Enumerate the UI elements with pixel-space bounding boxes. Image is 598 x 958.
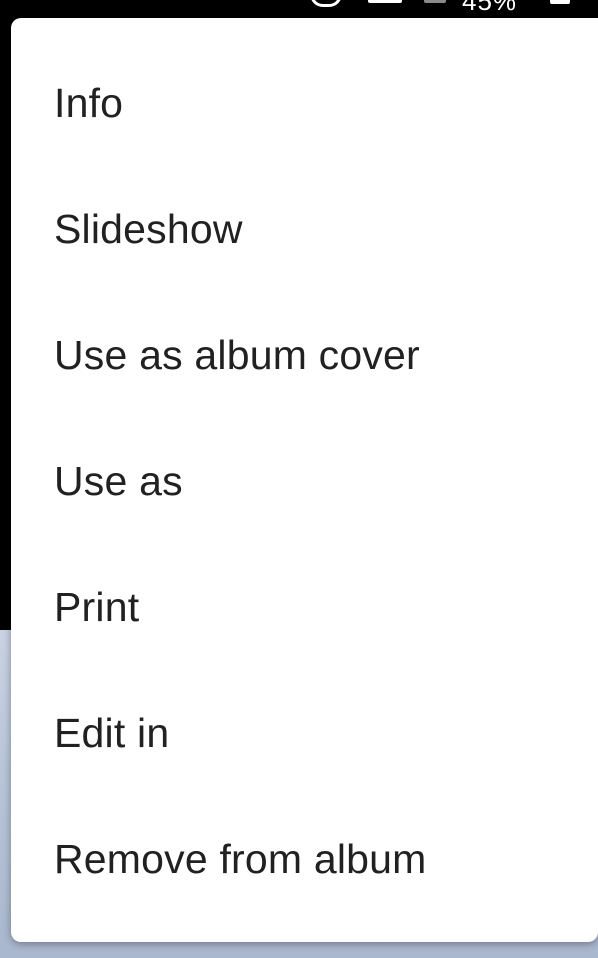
menu-item-label: Use as (54, 457, 183, 504)
status-bar: 45% (0, 0, 598, 18)
wifi-icon (310, 0, 342, 7)
menu-item-label: Info (54, 79, 124, 126)
battery-icon (550, 0, 570, 4)
menu-item-remove-from-album[interactable]: Remove from album (11, 796, 598, 922)
menu-item-edit-in[interactable]: Edit in (11, 670, 598, 796)
menu-item-print[interactable]: Print (11, 544, 598, 670)
menu-item-label: Slideshow (54, 205, 243, 252)
menu-item-use-as-album-cover[interactable]: Use as album cover (11, 292, 598, 418)
signal-icon (368, 0, 402, 3)
menu-item-slideshow[interactable]: Slideshow (11, 166, 598, 292)
menu-item-label: Edit in (54, 709, 170, 756)
menu-item-info[interactable]: Info (11, 40, 598, 166)
menu-item-label: Print (54, 583, 140, 630)
menu-item-use-as[interactable]: Use as (11, 418, 598, 544)
menu-item-label: Remove from album (54, 835, 427, 882)
menu-item-label: Use as album cover (54, 331, 420, 378)
sim-icon (424, 0, 446, 3)
overflow-menu: Info Slideshow Use as album cover Use as… (11, 18, 598, 942)
battery-percentage: 45% (462, 0, 518, 16)
